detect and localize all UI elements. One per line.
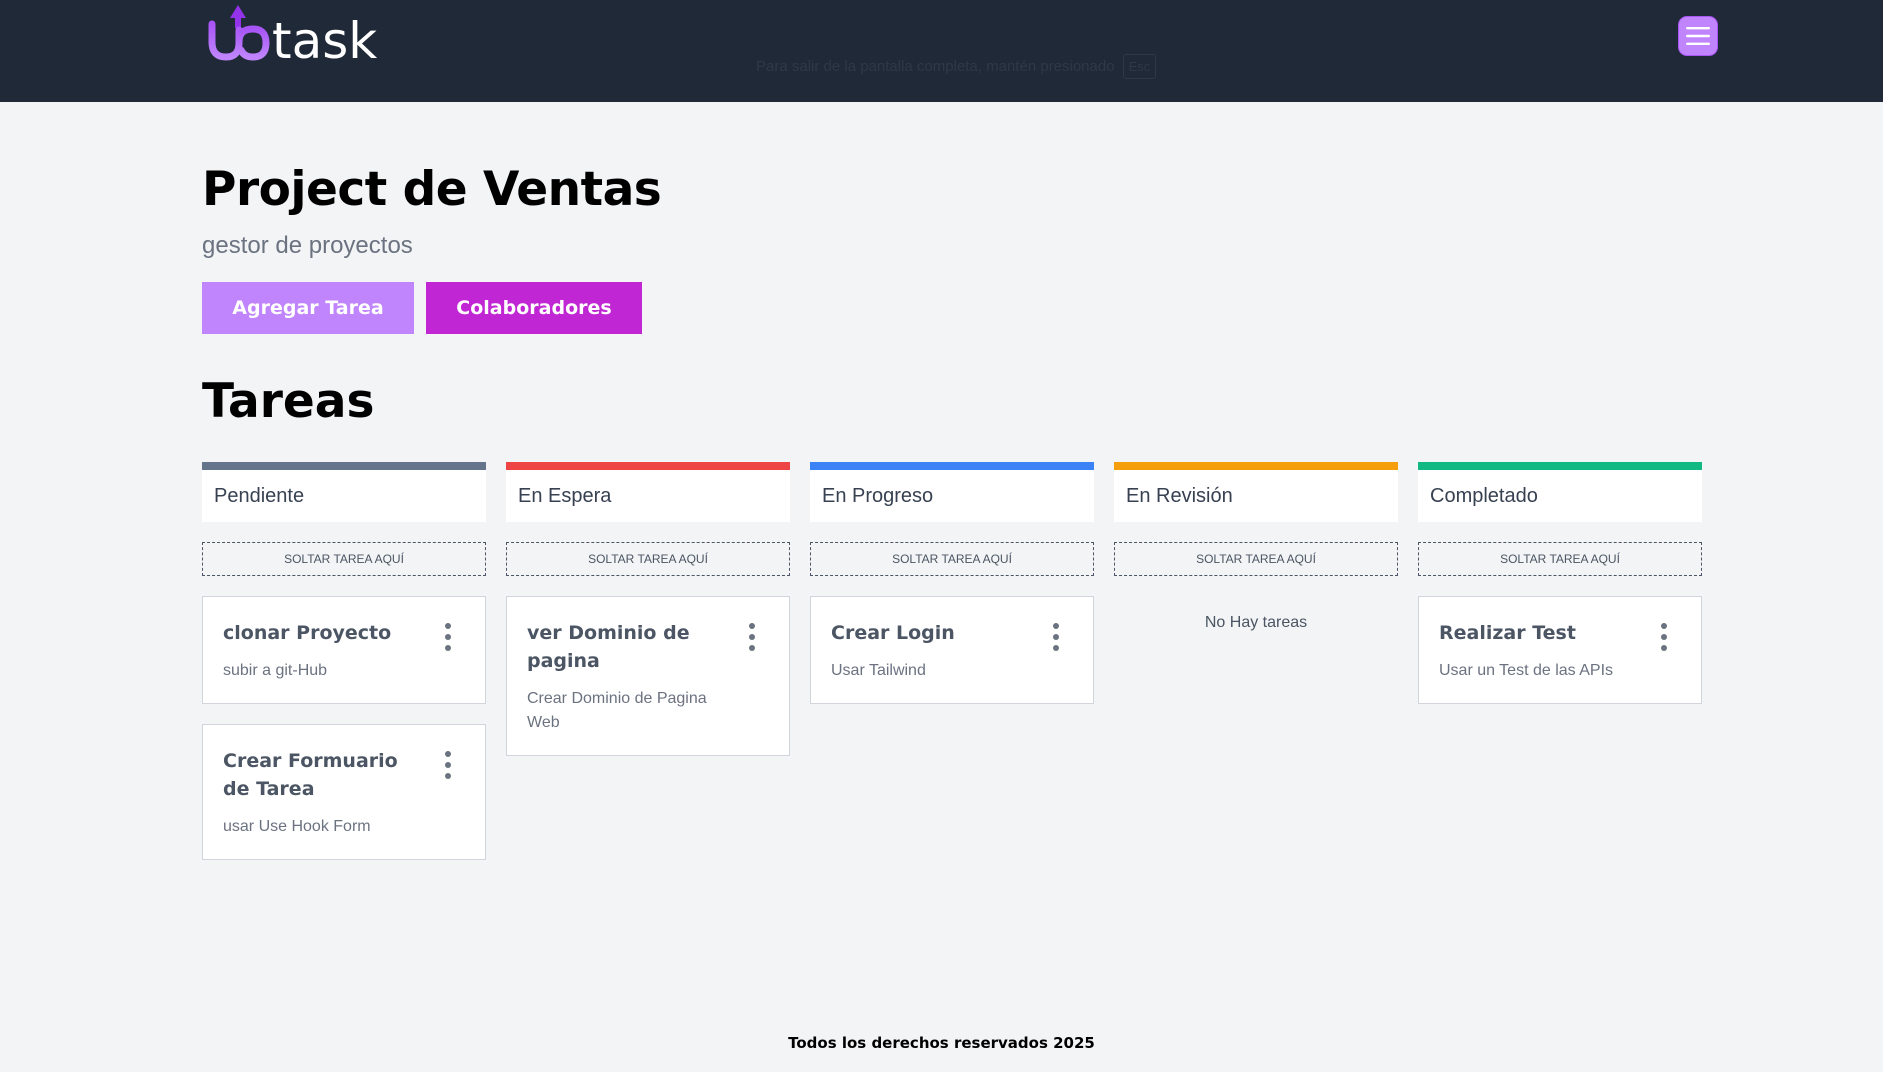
drop-zone[interactable]: Soltar tarea aquí bbox=[1418, 542, 1702, 576]
column-header: Pendiente bbox=[202, 462, 486, 522]
column-title: En Progreso bbox=[822, 484, 934, 507]
task-name[interactable]: clonar Proyecto bbox=[223, 619, 423, 647]
footer-copyright: Todos los derechos reservados 2025 bbox=[788, 1034, 1095, 1052]
column-title: En Espera bbox=[518, 484, 612, 507]
column-header: En Revisión bbox=[1114, 462, 1398, 522]
task-name[interactable]: ver Dominio de pagina bbox=[527, 619, 727, 675]
task-description: Crear Dominio de Pagina Web bbox=[527, 690, 707, 731]
task-list: ver Dominio de pagina Crear Dominio de Pa… bbox=[506, 596, 790, 756]
task-options-button[interactable] bbox=[745, 621, 759, 653]
vertical-dots-icon bbox=[749, 623, 755, 651]
task-list: clonar Proyecto subir a git-Hub Crear Form… bbox=[202, 596, 486, 860]
project-subtitle: gestor de proyectos bbox=[202, 232, 413, 259]
task-list: Realizar Test Usar un Test de las APIs bbox=[1418, 596, 1702, 704]
task-options-button[interactable] bbox=[1657, 621, 1671, 653]
empty-column-message: No Hay tareas bbox=[1204, 614, 1308, 631]
task-name[interactable]: Crear Login bbox=[831, 619, 1031, 647]
project-title: Project de Ventas bbox=[202, 162, 662, 217]
hamburger-icon bbox=[1686, 27, 1710, 45]
vertical-dots-icon bbox=[1661, 623, 1667, 651]
task-description: usar Use Hook Form bbox=[223, 818, 371, 835]
task-options-button[interactable] bbox=[441, 749, 455, 781]
vertical-dots-icon bbox=[1053, 623, 1059, 651]
task-column: En Progreso Soltar tarea aquí Crear Login U… bbox=[810, 462, 1094, 704]
svg-text:task: task bbox=[272, 12, 377, 70]
tasks-section-title: Tareas bbox=[202, 374, 375, 429]
top-navbar: task Para salir de la pantalla completa,… bbox=[0, 0, 1883, 102]
task-card[interactable]: Realizar Test Usar un Test de las APIs bbox=[1418, 596, 1702, 704]
task-column: Completado Soltar tarea aquí Realizar Test… bbox=[1418, 462, 1702, 704]
vertical-dots-icon bbox=[445, 751, 451, 779]
column-title: Completado bbox=[1430, 484, 1538, 507]
add-task-button[interactable]: Agregar Tarea bbox=[202, 282, 414, 334]
task-card[interactable]: clonar Proyecto subir a git-Hub bbox=[202, 596, 486, 704]
fullscreen-hint: Para salir de la pantalla completa, mant… bbox=[756, 52, 1157, 80]
drop-zone[interactable]: Soltar tarea aquí bbox=[1114, 542, 1398, 576]
task-description: Usar un Test de las APIs bbox=[1439, 662, 1614, 679]
task-name[interactable]: Realizar Test bbox=[1439, 619, 1639, 647]
column-header: En Espera bbox=[506, 462, 790, 522]
task-options-button[interactable] bbox=[441, 621, 455, 653]
column-header: Completado bbox=[1418, 462, 1702, 522]
task-description: Usar Tailwind bbox=[831, 662, 926, 679]
column-title: Pendiente bbox=[214, 484, 305, 507]
drop-zone[interactable]: Soltar tarea aquí bbox=[810, 542, 1094, 576]
task-name[interactable]: Crear Formuario de Tarea bbox=[223, 747, 423, 803]
task-column: En Espera Soltar tarea aquí ver Dominio de… bbox=[506, 462, 790, 756]
task-column: En Revisión Soltar tarea aquí No Hay tarea… bbox=[1114, 462, 1398, 632]
drop-zone[interactable]: Soltar tarea aquí bbox=[202, 542, 486, 576]
task-card[interactable]: Crear Login Usar Tailwind bbox=[810, 596, 1094, 704]
fullscreen-hint-text: Para salir de la pantalla completa, mant… bbox=[756, 57, 1115, 75]
task-column: Pendiente Soltar tarea aquí clonar Proyect… bbox=[202, 462, 486, 860]
collaborators-button[interactable]: Colaboradores bbox=[426, 282, 642, 334]
menu-button[interactable] bbox=[1678, 16, 1718, 56]
vertical-dots-icon bbox=[445, 623, 451, 651]
task-description: subir a git-Hub bbox=[223, 662, 328, 679]
uptask-logo[interactable]: task bbox=[208, 2, 418, 78]
drop-zone[interactable]: Soltar tarea aquí bbox=[506, 542, 790, 576]
task-options-button[interactable] bbox=[1049, 621, 1063, 653]
task-card[interactable]: Crear Formuario de Tarea usar Use Hook Fo… bbox=[202, 724, 486, 860]
footer: Todos los derechos reservados 2025 bbox=[0, 1034, 1883, 1052]
column-header: En Progreso bbox=[810, 462, 1094, 522]
esc-key-badge: Esc bbox=[1122, 53, 1157, 79]
task-card[interactable]: ver Dominio de pagina Crear Dominio de Pa… bbox=[506, 596, 790, 756]
task-list: Crear Login Usar Tailwind bbox=[810, 596, 1094, 704]
column-title: En Revisión bbox=[1126, 484, 1233, 507]
